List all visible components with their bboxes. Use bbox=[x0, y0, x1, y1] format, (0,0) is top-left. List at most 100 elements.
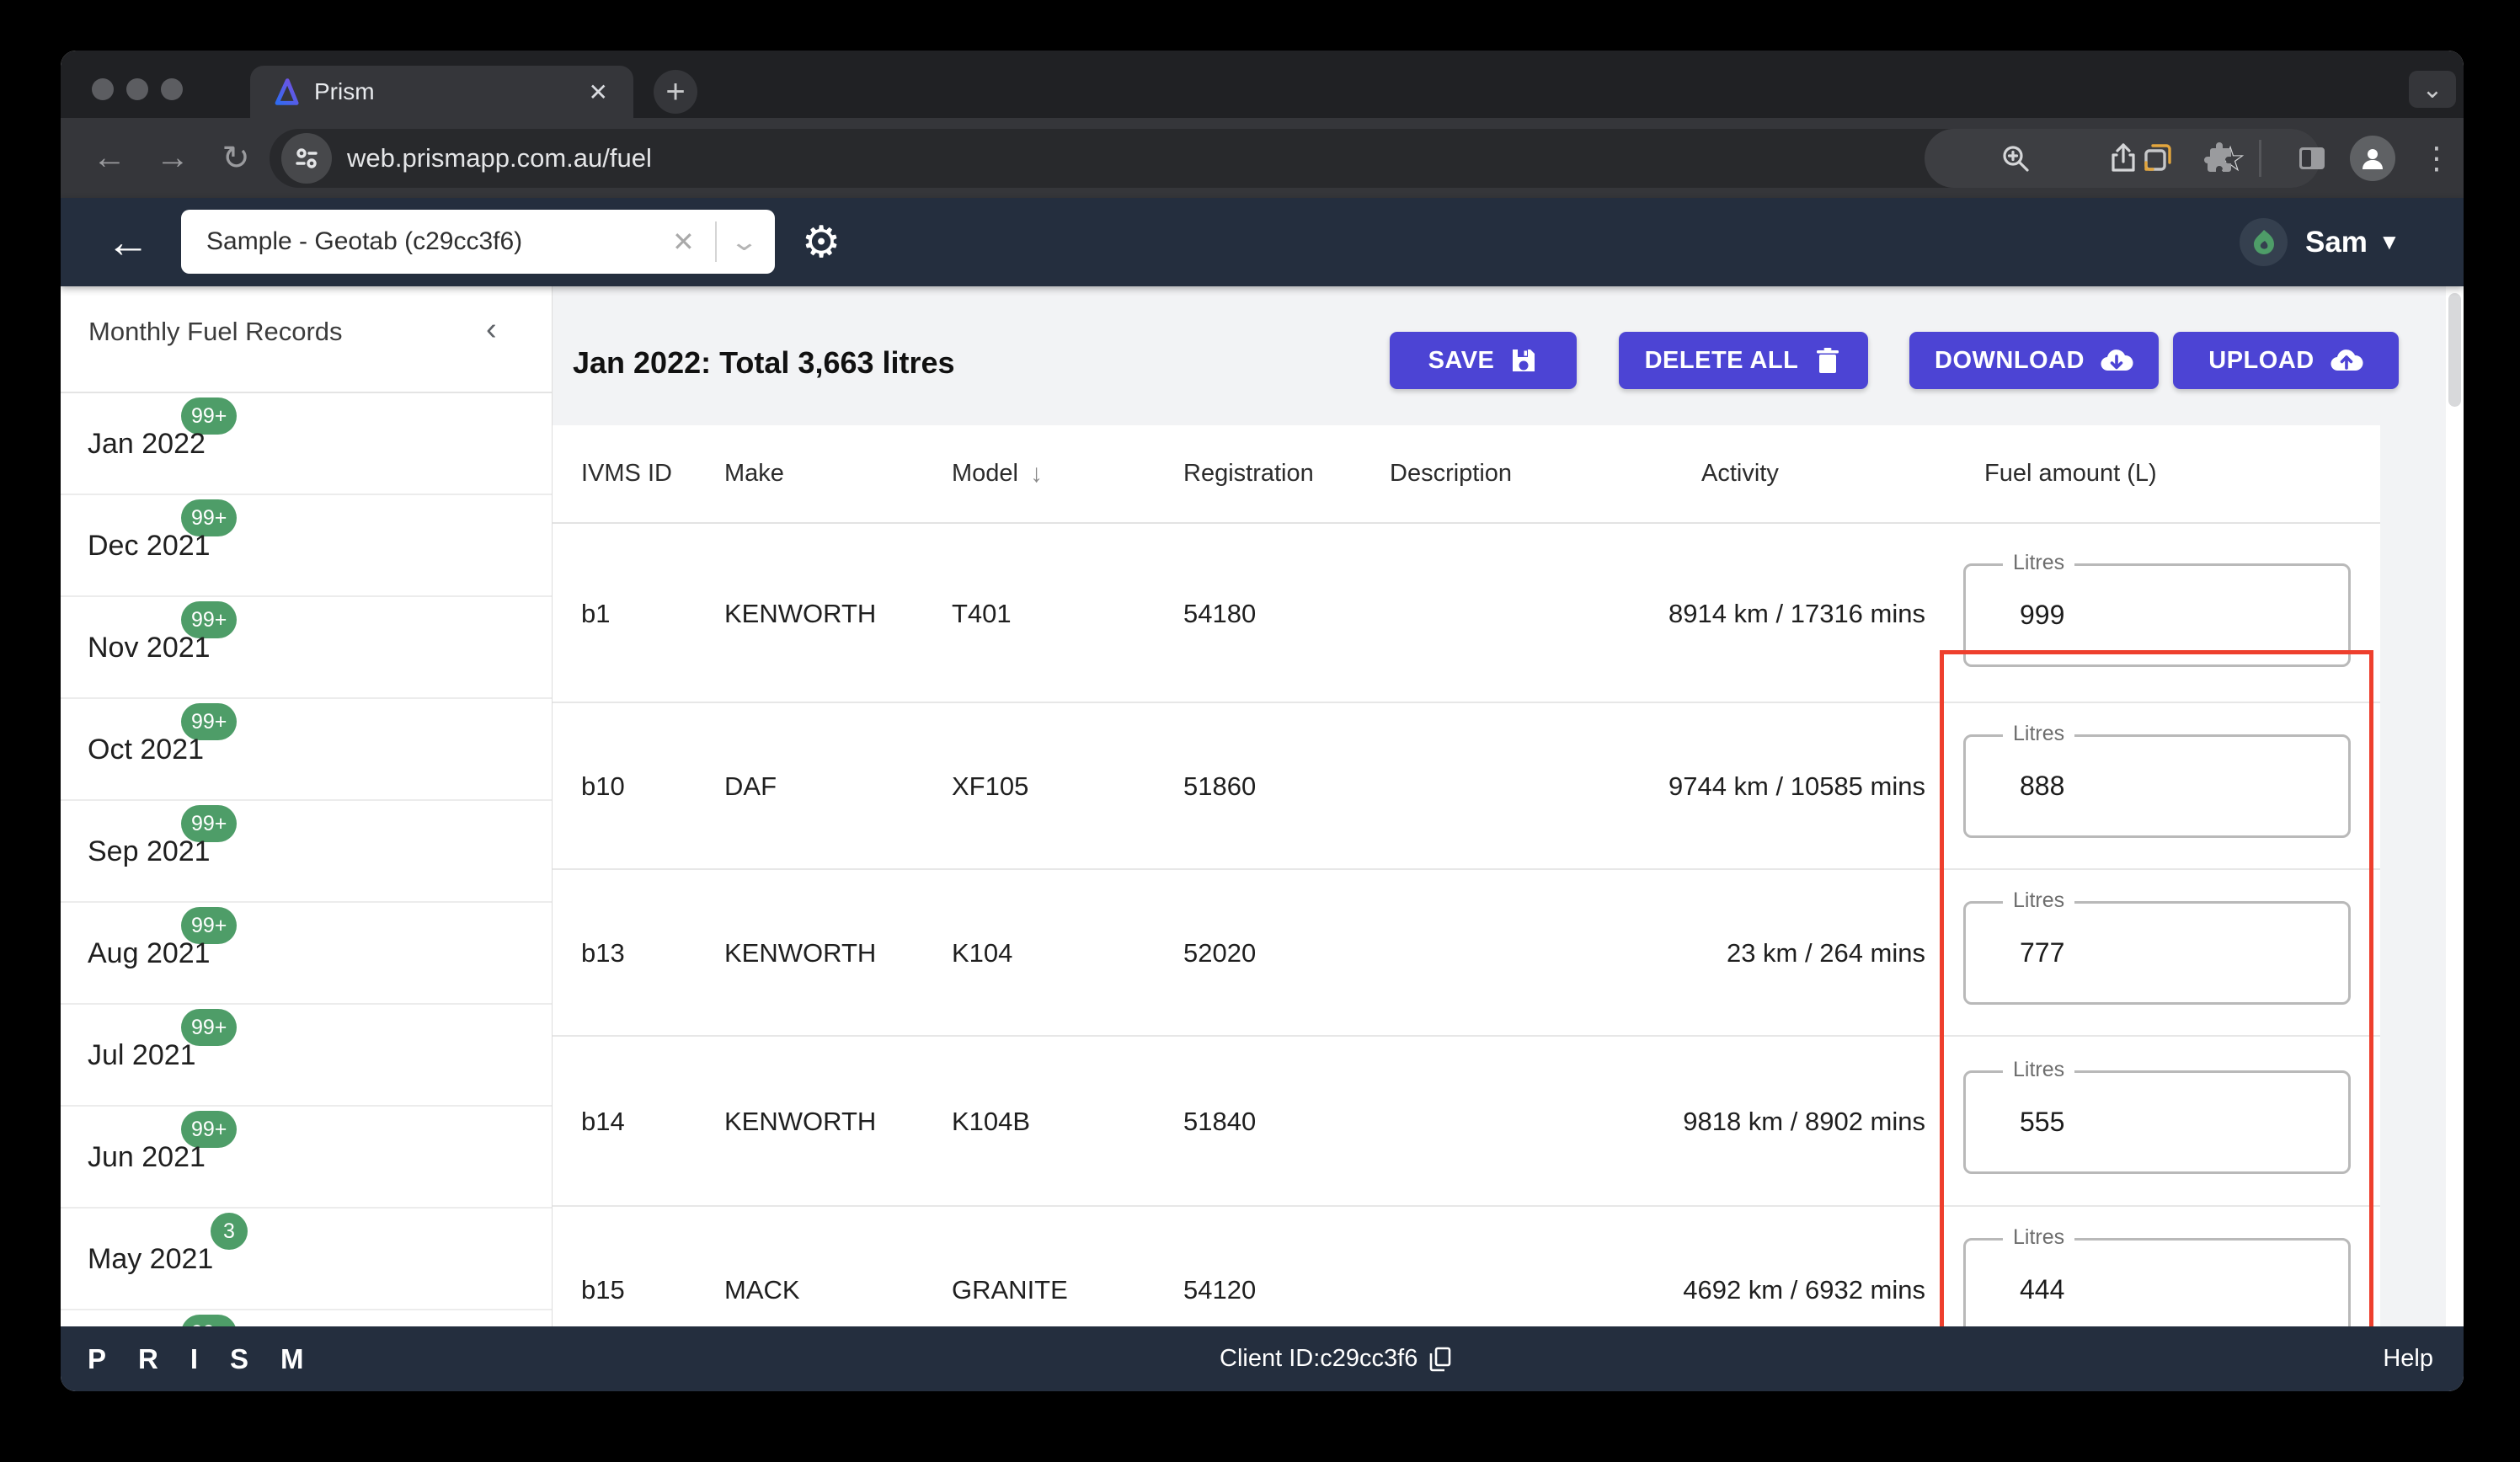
side-panel-icon[interactable] bbox=[2288, 118, 2336, 198]
address-bar[interactable]: web.prismapp.com.au/fuel ☆ bbox=[270, 129, 2320, 188]
cell-activity: 23 km / 264 mins bbox=[1726, 938, 1925, 968]
sidebar-collapse-chevron-icon[interactable]: ‹ bbox=[486, 312, 497, 348]
browser-profile-avatar[interactable] bbox=[2350, 136, 2395, 181]
cell-ivms-id: b14 bbox=[581, 1107, 625, 1136]
selector-chevron-down-icon[interactable]: ⌄ bbox=[729, 227, 759, 257]
tab-title: Prism bbox=[314, 78, 375, 104]
sidebar-item-jan-2022[interactable]: 99+ Jan 2022 bbox=[61, 393, 552, 495]
fuel-amount-field: Litres bbox=[1963, 722, 2351, 838]
window-close-button[interactable] bbox=[92, 78, 114, 100]
cell-ivms-id: b13 bbox=[581, 938, 625, 968]
extensions-puzzle-icon[interactable] bbox=[2195, 118, 2244, 198]
forward-button[interactable]: → bbox=[147, 118, 198, 198]
page-content: Monthly Fuel Records ‹ 99+ Jan 2022 99+ … bbox=[61, 286, 2464, 1326]
page-scrollbar[interactable] bbox=[2446, 286, 2464, 1326]
table-row: b15 MACK GRANITE 54120 4692 km / 6932 mi… bbox=[553, 1207, 2380, 1326]
save-button[interactable]: SAVE bbox=[1390, 332, 1577, 389]
person-icon bbox=[2362, 149, 2383, 169]
litres-input[interactable] bbox=[2018, 1241, 2321, 1326]
browser-tab-prism[interactable]: Prism ✕ bbox=[250, 66, 633, 118]
col-header-make: Make bbox=[724, 460, 784, 487]
tab-close-icon[interactable]: ✕ bbox=[589, 78, 608, 106]
flame-logo-icon bbox=[2253, 229, 2274, 254]
sidebar-item-oct-2021[interactable]: 99+ Oct 2021 bbox=[61, 699, 552, 801]
cell-ivms-id: b15 bbox=[581, 1275, 625, 1305]
site-settings-icon[interactable] bbox=[281, 133, 332, 184]
cell-make: KENWORTH bbox=[724, 598, 877, 628]
help-link[interactable]: Help bbox=[2383, 1326, 2433, 1391]
app-back-button[interactable]: ← bbox=[101, 198, 155, 286]
table-row: b13 KENWORTH K104 52020 23 km / 264 mins… bbox=[553, 870, 2380, 1037]
window-minimize-button[interactable] bbox=[126, 78, 148, 100]
delete-all-button[interactable]: DELETE ALL bbox=[1619, 332, 1868, 389]
settings-gear-icon[interactable]: ⚙ bbox=[792, 198, 851, 286]
back-button[interactable]: ← bbox=[84, 118, 135, 198]
cell-model: K104 bbox=[952, 938, 1013, 968]
trash-icon bbox=[1817, 348, 1839, 373]
cell-model: K104B bbox=[952, 1107, 1031, 1136]
litres-input[interactable] bbox=[2018, 904, 2321, 1002]
col-header-description: Description bbox=[1390, 460, 1513, 487]
reload-button[interactable]: ↻ bbox=[211, 118, 261, 198]
sidebar-item-may-2021[interactable]: 3 May 2021 bbox=[61, 1209, 552, 1310]
tab-group-icon[interactable] bbox=[2133, 118, 2181, 198]
cell-ivms-id: b1 bbox=[581, 598, 611, 628]
user-avatar[interactable] bbox=[2240, 218, 2288, 266]
upload-button[interactable]: UPLOAD bbox=[2173, 332, 2399, 389]
dataset-selector[interactable]: Sample - Geotab (c29cc3f6) ✕ ⌄ bbox=[181, 210, 775, 274]
count-badge: 99+ bbox=[181, 1315, 238, 1326]
col-header-registration: Registration bbox=[1183, 460, 1314, 487]
cell-make: MACK bbox=[724, 1275, 800, 1305]
litres-input[interactable] bbox=[2018, 1073, 2321, 1171]
sidebar-item-jul-2021[interactable]: 99+ Jul 2021 bbox=[61, 1005, 552, 1107]
fuel-amount-field: Litres bbox=[1963, 1225, 2351, 1326]
sidebar-item-jun-2021[interactable]: 99+ Jun 2021 bbox=[61, 1107, 552, 1209]
toolbar-separator bbox=[2259, 140, 2261, 177]
cell-registration: 51840 bbox=[1183, 1107, 1257, 1136]
cell-activity: 8914 km / 17316 mins bbox=[1668, 598, 1925, 628]
sidebar-item-aug-2021[interactable]: 99+ Aug 2021 bbox=[61, 903, 552, 1005]
cell-make: DAF bbox=[724, 771, 777, 801]
col-header-model[interactable]: Model ↓ bbox=[952, 425, 1043, 522]
cell-model: XF105 bbox=[952, 771, 1029, 801]
tab-search-button[interactable]: ⌄ bbox=[2409, 71, 2456, 108]
user-name[interactable]: Sam bbox=[2305, 198, 2368, 286]
new-tab-button[interactable]: + bbox=[654, 70, 697, 114]
sidebar-title: Monthly Fuel Records bbox=[88, 317, 343, 346]
sidebar-monthly-fuel-records: Monthly Fuel Records ‹ 99+ Jan 2022 99+ … bbox=[61, 286, 553, 1326]
table-row: b1 KENWORTH T401 54180 8914 km / 17316 m… bbox=[553, 524, 2380, 703]
col-header-activity: Activity bbox=[1701, 460, 1779, 487]
save-floppy-icon bbox=[1513, 349, 1535, 371]
litres-input[interactable] bbox=[2018, 566, 2321, 664]
cell-make: KENWORTH bbox=[724, 1107, 877, 1136]
footer-brand: PRISM bbox=[88, 1342, 336, 1374]
user-menu-chevron-icon[interactable]: ▼ bbox=[2379, 198, 2400, 286]
col-header-fuel-amount: Fuel amount (L) bbox=[1984, 460, 2157, 487]
window-zoom-button[interactable] bbox=[161, 78, 183, 100]
browser-window: Prism ✕ + ⌄ ← → ↻ web.prismapp.com.au/fu… bbox=[61, 51, 2464, 1391]
sidebar-item-dec-2021[interactable]: 99+ Dec 2021 bbox=[61, 495, 552, 597]
cell-model: GRANITE bbox=[952, 1275, 1068, 1305]
sort-descending-icon: ↓ bbox=[1030, 459, 1043, 488]
cell-activity: 9818 km / 8902 mins bbox=[1683, 1107, 1925, 1136]
table-row: b10 DAF XF105 51860 9744 km / 10585 mins… bbox=[553, 703, 2380, 870]
sidebar-item-nov-2021[interactable]: 99+ Nov 2021 bbox=[61, 597, 552, 699]
sidebar-item-partial[interactable]: 99+ bbox=[61, 1310, 552, 1326]
selector-divider bbox=[714, 221, 717, 262]
fuel-amount-field: Litres bbox=[1963, 888, 2351, 1005]
browser-toolbar: ← → ↻ web.prismapp.com.au/fuel ☆ ⋮ bbox=[61, 118, 2464, 198]
cell-registration: 54180 bbox=[1183, 598, 1257, 628]
litres-input[interactable] bbox=[2018, 737, 2321, 835]
sidebar-item-sep-2021[interactable]: 99+ Sep 2021 bbox=[61, 801, 552, 903]
zoom-icon[interactable] bbox=[1999, 141, 2032, 175]
table-row: b14 KENWORTH K104B 51840 9818 km / 8902 … bbox=[553, 1037, 2380, 1207]
download-button[interactable]: DOWNLOAD bbox=[1909, 332, 2159, 389]
browser-menu-kebab-icon[interactable]: ⋮ bbox=[2416, 118, 2458, 198]
url-text[interactable]: web.prismapp.com.au/fuel bbox=[347, 129, 652, 188]
main-panel: Jan 2022: Total 3,663 litres SAVE DELETE… bbox=[553, 286, 2446, 1326]
chevron-down-icon: ⌄ bbox=[2421, 75, 2443, 104]
cell-registration: 51860 bbox=[1183, 771, 1257, 801]
scrollbar-thumb[interactable] bbox=[2448, 293, 2461, 407]
clear-selection-icon[interactable]: ✕ bbox=[672, 226, 695, 258]
copy-icon[interactable] bbox=[1429, 1347, 1451, 1372]
